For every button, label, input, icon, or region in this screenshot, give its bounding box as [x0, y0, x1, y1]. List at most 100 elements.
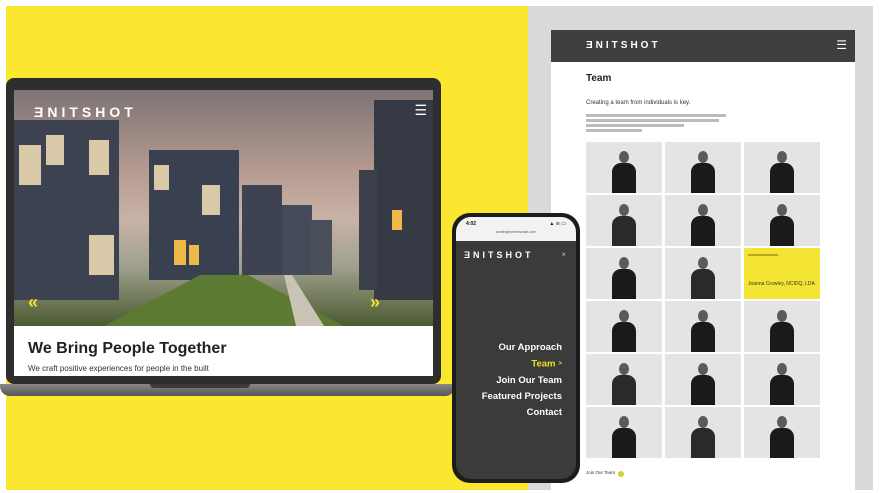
person-body: [691, 375, 715, 405]
person-head: [698, 204, 708, 216]
status-time: 4:02: [466, 221, 477, 227]
person-silhouette: [769, 308, 795, 352]
person-head: [619, 257, 629, 269]
house-third: [242, 185, 282, 275]
team-member-photo[interactable]: [744, 195, 820, 246]
team-member-highlight[interactable]: Joanna Crowley, NCIDQ, LDA: [744, 248, 820, 299]
join-our-team-link[interactable]: Join Our Team: [586, 470, 615, 475]
person-head: [698, 257, 708, 269]
member-name: Joanna Crowley, NCIDQ, LDA: [748, 281, 815, 287]
person-head: [619, 416, 629, 428]
team-subtitle: Creating a team from individuals is key.: [586, 100, 691, 106]
nav-team[interactable]: Team >: [482, 356, 562, 372]
person-body: [770, 216, 794, 246]
team-page-window: ƎNITSHOT ☰ Team Creating a team from ind…: [551, 30, 855, 490]
nav-label: Team: [531, 358, 556, 370]
team-member-photo[interactable]: [665, 301, 741, 352]
team-member-photo[interactable]: [665, 354, 741, 405]
person-silhouette: [769, 202, 795, 246]
person-body: [612, 269, 636, 299]
team-member-photo[interactable]: [665, 407, 741, 458]
window: [89, 235, 114, 275]
team-member-photo[interactable]: [586, 248, 662, 299]
team-member-photo[interactable]: [586, 195, 662, 246]
person-body: [691, 428, 715, 458]
person-body: [691, 163, 715, 193]
person-silhouette: [769, 149, 795, 193]
person-body: [770, 322, 794, 352]
arrow-icon[interactable]: [618, 471, 624, 477]
prev-arrow-icon[interactable]: «: [28, 292, 38, 313]
person-body: [770, 375, 794, 405]
person-body: [612, 375, 636, 405]
team-member-photo[interactable]: [744, 407, 820, 458]
person-body: [612, 163, 636, 193]
address-bar[interactable]: workinghomeshouse.com: [456, 230, 576, 234]
person-head: [777, 204, 787, 216]
person-silhouette: [690, 361, 716, 405]
person-body: [612, 428, 636, 458]
person-body: [770, 163, 794, 193]
nav-join-our-team[interactable]: Join Our Team: [482, 373, 562, 389]
member-role-placeholder: [748, 254, 778, 256]
team-member-photo[interactable]: [586, 407, 662, 458]
team-member-photo[interactable]: [744, 142, 820, 193]
person-head: [619, 310, 629, 322]
team-member-photo[interactable]: [586, 301, 662, 352]
phone-frame: 4:02 ▲ ≋ ▭ workinghomeshouse.com ƎNITSHO…: [452, 213, 580, 483]
person-silhouette: [611, 202, 637, 246]
hamburger-icon[interactable]: ☰: [836, 38, 847, 52]
laptop-screen: ƎNITSHOT ☰ « » We Bring People Together …: [14, 90, 433, 376]
person-silhouette: [611, 255, 637, 299]
nav-featured-projects[interactable]: Featured Projects: [482, 389, 562, 405]
site-logo[interactable]: ƎNITSHOT: [34, 104, 137, 120]
close-icon[interactable]: ×: [561, 250, 566, 259]
person-head: [619, 204, 629, 216]
window: [154, 165, 169, 190]
person-silhouette: [769, 361, 795, 405]
person-silhouette: [690, 414, 716, 458]
next-arrow-icon[interactable]: »: [370, 292, 380, 313]
hamburger-icon[interactable]: ☰: [414, 102, 427, 119]
lit-window: [174, 240, 186, 265]
house-right: [374, 100, 433, 300]
person-body: [691, 216, 715, 246]
person-body: [770, 428, 794, 458]
window: [202, 185, 220, 215]
person-body: [691, 269, 715, 299]
phone-screen: 4:02 ▲ ≋ ▭ workinghomeshouse.com ƎNITSHO…: [456, 217, 576, 479]
status-bar: 4:02 ▲ ≋ ▭ workinghomeshouse.com: [456, 217, 576, 241]
laptop-notch: [150, 384, 250, 388]
person-head: [777, 310, 787, 322]
person-silhouette: [690, 308, 716, 352]
person-silhouette: [769, 414, 795, 458]
active-indicator-icon: >: [558, 361, 562, 368]
nav-contact[interactable]: Contact: [482, 405, 562, 421]
person-head: [777, 363, 787, 375]
team-member-photo[interactable]: [744, 301, 820, 352]
team-member-photo[interactable]: [586, 354, 662, 405]
hero-tagline: We craft positive experiences for people…: [28, 364, 209, 373]
signal-icons: ▲ ≋ ▭: [549, 221, 566, 227]
person-silhouette: [611, 149, 637, 193]
team-member-photo[interactable]: [665, 248, 741, 299]
nav-our-approach[interactable]: Our Approach: [482, 340, 562, 356]
house-fourth: [282, 205, 312, 275]
nav-label: Join Our Team: [496, 374, 562, 386]
person-silhouette: [611, 308, 637, 352]
team-member-photo[interactable]: [744, 354, 820, 405]
nav-label: Our Approach: [498, 342, 562, 353]
mobile-nav: Our Approach Team > Join Our Team Feature…: [482, 340, 562, 421]
site-logo[interactable]: ƎNITSHOT: [586, 40, 661, 51]
site-logo[interactable]: ƎNITSHOT: [464, 250, 534, 260]
person-silhouette: [690, 202, 716, 246]
house-fifth: [310, 220, 332, 275]
person-head: [698, 363, 708, 375]
person-silhouette: [690, 255, 716, 299]
person-head: [698, 416, 708, 428]
team-member-photo[interactable]: [586, 142, 662, 193]
house-right-back: [359, 170, 377, 290]
team-member-photo[interactable]: [665, 142, 741, 193]
person-body: [691, 322, 715, 352]
team-member-photo[interactable]: [665, 195, 741, 246]
